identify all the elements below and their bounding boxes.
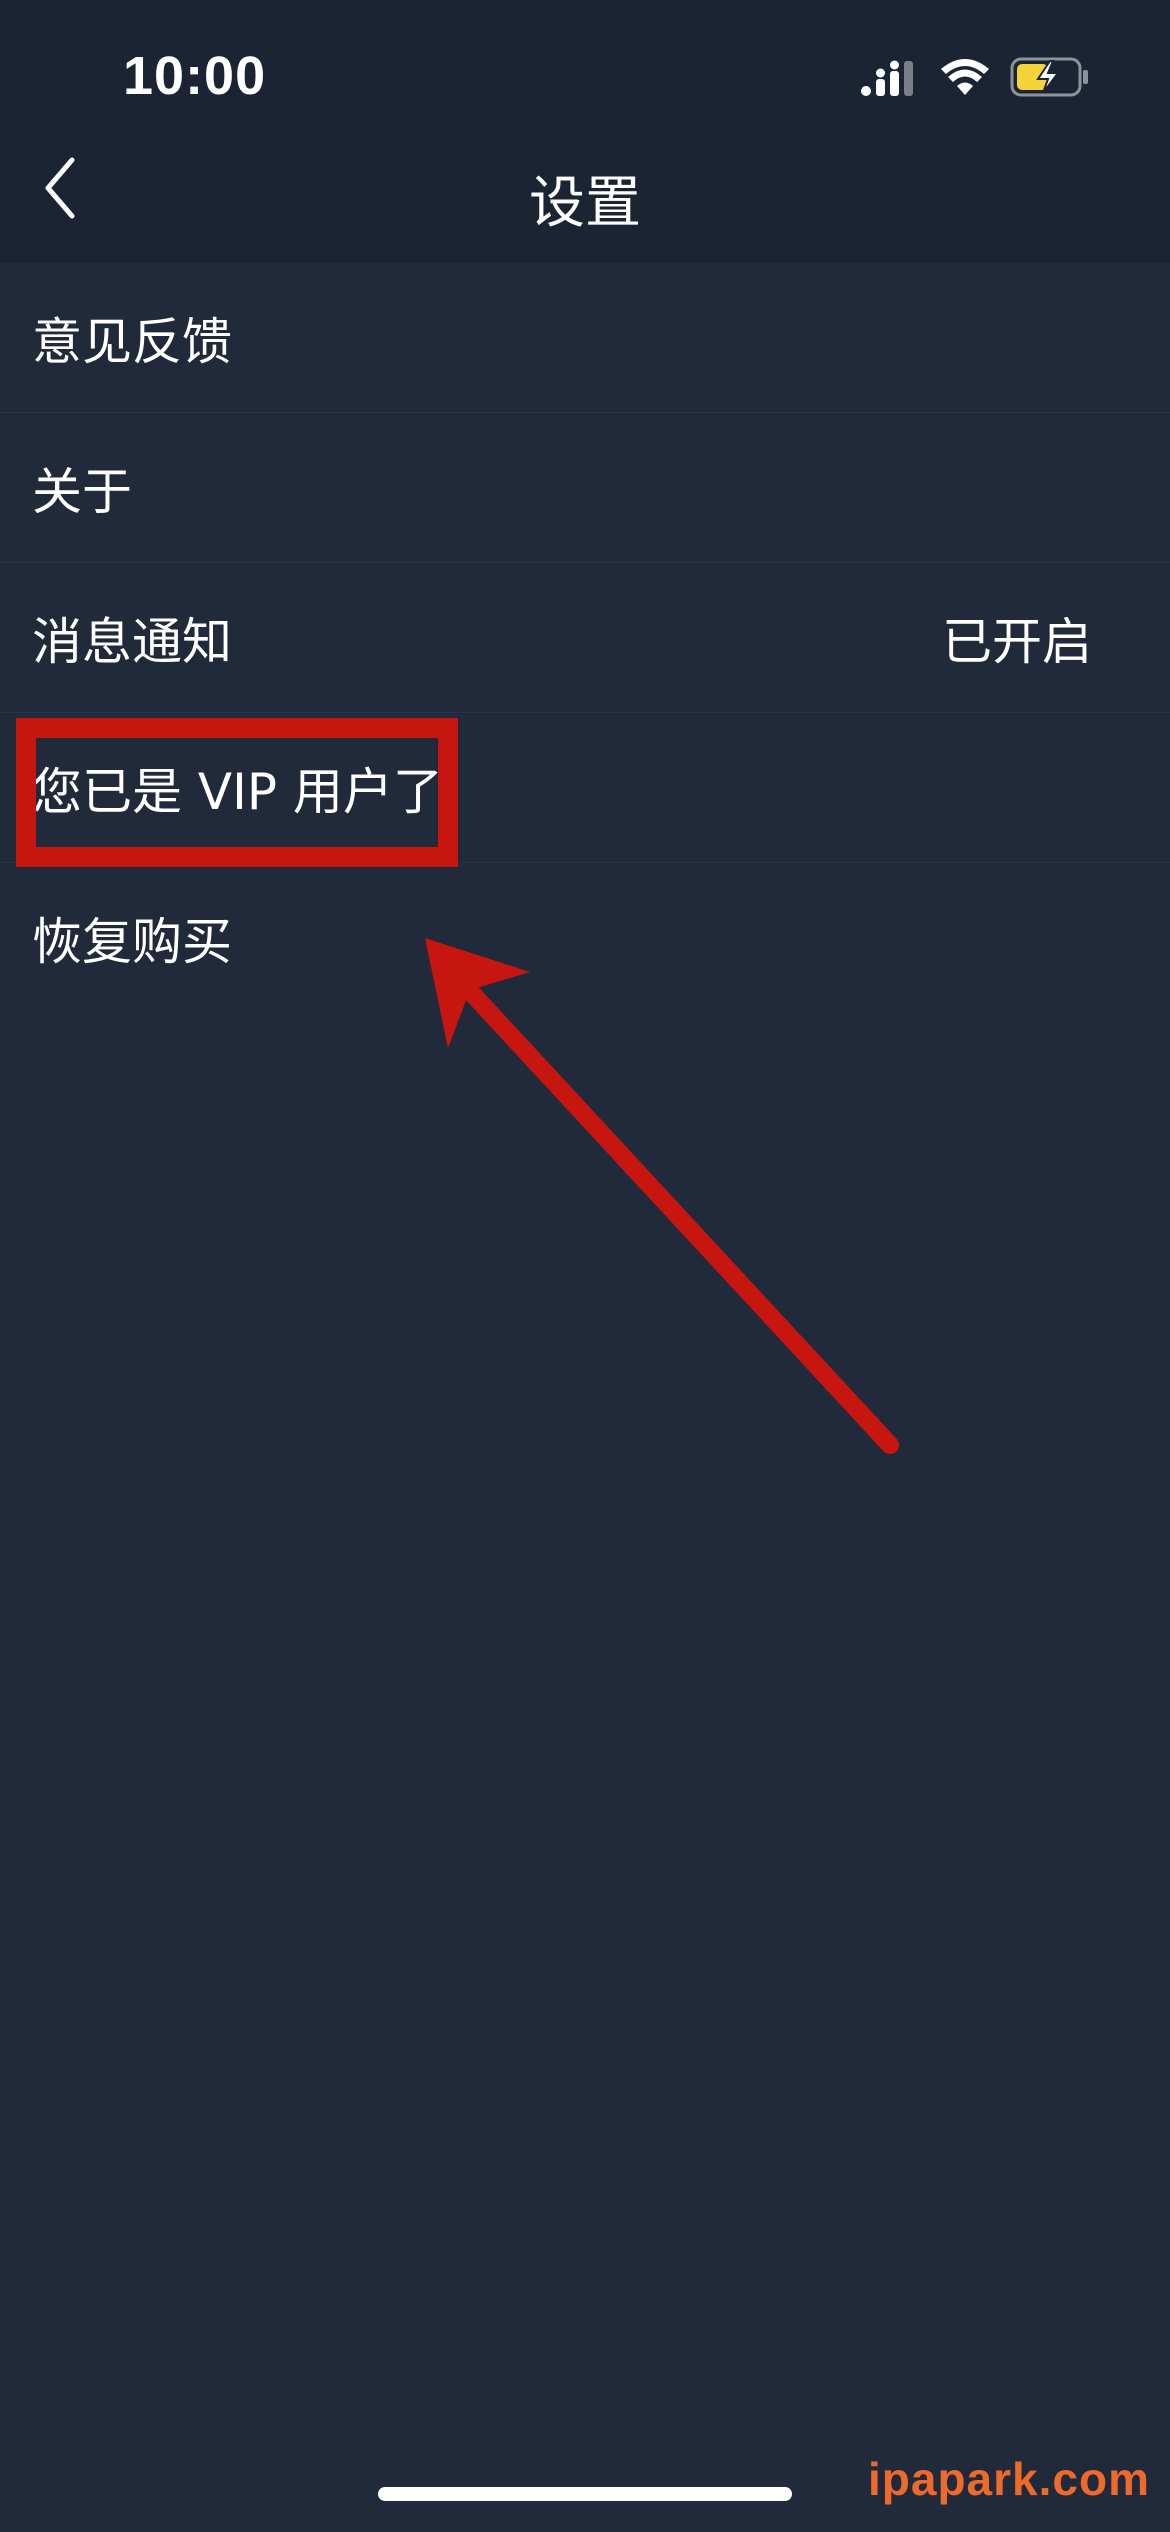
top-bar: 10:00 设置 (0, 0, 1170, 263)
settings-item-label: 意见反馈 (32, 312, 232, 371)
wifi-icon (941, 59, 989, 95)
settings-item-label: 恢复购买 (32, 913, 232, 971)
watermark: ipapark.com (868, 2453, 1150, 2505)
status-icons (860, 50, 1090, 104)
signal-icon (861, 60, 913, 96)
settings-item-label: 消息通知 (32, 612, 232, 671)
status-time: 10:00 (123, 46, 267, 106)
battery-charging-icon (1010, 57, 1088, 97)
settings-list: 意见反馈 关于 消息通知 已开启 您已是 VIP 用户了 恢复购买 (0, 263, 1170, 1013)
notification-status: 已开启 (942, 612, 1092, 671)
settings-item-feedback[interactable]: 意见反馈 (0, 263, 1170, 413)
settings-item-about[interactable]: 关于 (0, 413, 1170, 563)
settings-item-restore-purchase[interactable]: 恢复购买 (0, 863, 1170, 1013)
annotation-highlight-box (16, 718, 458, 867)
page-title: 设置 (529, 171, 641, 236)
home-indicator[interactable] (378, 2487, 792, 2501)
settings-item-notifications[interactable]: 消息通知 已开启 (0, 563, 1170, 713)
settings-item-label: 关于 (32, 462, 132, 521)
